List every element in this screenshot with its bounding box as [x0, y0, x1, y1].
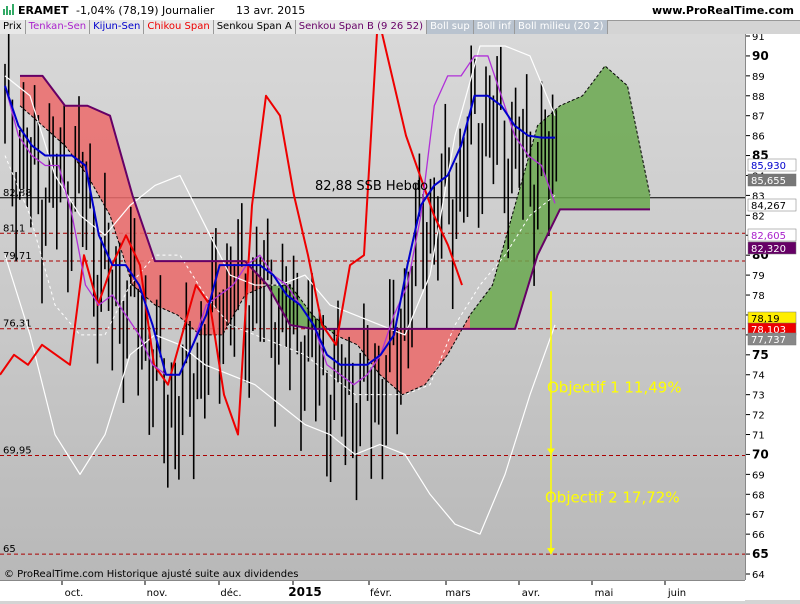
legend-item[interactable]: Senkou Span A	[213, 20, 296, 34]
value-box-label: 77,737	[751, 335, 786, 346]
level-label: 65	[3, 544, 16, 555]
legend-item[interactable]: Boll milieu (20 2)	[515, 20, 608, 34]
legend-item[interactable]: Kijun-Sen	[90, 20, 145, 34]
x-tick-label: 2015	[288, 585, 321, 599]
level-label: 69,95	[3, 445, 32, 456]
y-tick-label: 74	[752, 371, 765, 382]
chart-header: ERAMET -1,04% (78,19) Journalier 13 avr.…	[0, 0, 800, 21]
x-tick-label: mars	[445, 588, 470, 599]
value-box-label: 82,320	[751, 244, 786, 255]
x-tick-label: févr.	[370, 587, 392, 599]
site-name: www.ProRealTime.com	[651, 4, 794, 17]
x-tick-label: avr.	[522, 588, 540, 599]
cloud-segment	[470, 285, 493, 329]
cloud-segment	[177, 261, 200, 335]
legend-item[interactable]: Boll sup	[427, 20, 474, 34]
x-tick-label: oct.	[65, 588, 84, 599]
y-tick-label: 87	[752, 112, 765, 123]
price-axis[interactable]: 6465666768697071727374757677787980818283…	[745, 32, 800, 581]
annotation: Objectif 2 17,72%	[545, 488, 680, 506]
cloud-segment	[425, 328, 448, 385]
legend-item[interactable]: Senkou Span B (9 26 52)	[295, 20, 428, 34]
x-tick-label: mai	[595, 588, 614, 599]
value-box-label: 85,655	[751, 176, 786, 187]
legend-item[interactable]: Chikou Span	[144, 20, 214, 34]
legend-item[interactable]: Prix	[0, 20, 26, 34]
annotation: 82,88 SSB Hebdo	[315, 179, 428, 194]
y-tick-label: 71	[752, 431, 765, 442]
y-tick-label: 73	[752, 391, 765, 402]
y-tick-label: 75	[752, 348, 769, 362]
cloud-segment	[110, 115, 133, 286]
y-tick-label: 65	[752, 547, 769, 561]
ichimoku-chart: 82,8881,179,7176,3169,956582,88 SSB Hebd…	[0, 34, 745, 580]
y-tick-label: 90	[752, 49, 769, 63]
y-tick-label: 68	[752, 490, 765, 501]
y-tick-label: 78	[752, 291, 765, 302]
indicator-legend: Prix Tenkan-Sen Kijun-Sen Chikou Span Senkou…	[0, 20, 608, 34]
plot-area[interactable]: 82,88 81,1 79,71 76,31 69,95 65 82,88 SSB Hebd…	[0, 34, 745, 580]
change: -1,04% (78,19)	[76, 4, 159, 17]
y-tick-label: 88	[752, 92, 765, 103]
value-box-label: 85,930	[751, 161, 786, 172]
y-tick-label: 86	[752, 132, 765, 143]
cloud-segment	[605, 65, 628, 210]
time-axis[interactable]: oct. nov. déc. 2015 févr. mars avr. mai juin	[0, 580, 745, 601]
target-arrowhead-1	[547, 448, 555, 455]
x-tick-label: nov.	[147, 588, 168, 599]
y-tick-label: 66	[752, 530, 765, 541]
y-tick-label: 67	[752, 510, 765, 521]
legend-item[interactable]: Boll inf	[473, 20, 516, 34]
legend-item[interactable]: Tenkan-Sen	[25, 20, 91, 34]
value-box-label: 84,267	[751, 201, 786, 212]
y-tick-label: 89	[752, 72, 765, 83]
target-arrowhead-2	[547, 548, 555, 555]
footer-note: © ProRealTime.com Historique ajusté suit…	[4, 568, 298, 580]
value-box-label: 82,605	[751, 231, 786, 242]
cloud-segment	[402, 328, 425, 395]
period: Journalier	[162, 4, 215, 17]
price-axis-svg: 6465666768697071727374757677787980818283…	[746, 32, 797, 581]
time-axis-svg: oct. nov. déc. 2015 févr. mars avr. mai juin	[61, 581, 686, 599]
cloud-segment	[492, 205, 515, 329]
symbol: ERAMET	[18, 4, 69, 17]
level-label: 79,71	[3, 251, 32, 262]
y-tick-label: 82	[752, 211, 765, 222]
y-tick-label: 79	[752, 271, 765, 282]
series-boll-milieu	[4, 155, 556, 396]
y-tick-label: 72	[752, 411, 765, 422]
cloud-segment	[582, 65, 605, 210]
level-label: 81,1	[3, 223, 25, 234]
chart-icon[interactable]	[3, 4, 14, 15]
y-tick-label: 91	[752, 34, 765, 43]
y-tick-label: 70	[752, 447, 769, 461]
x-tick-label: juin	[667, 588, 686, 599]
annotation: Objectif 1 11,49%	[547, 379, 682, 397]
x-tick-label: déc.	[220, 587, 241, 599]
cloud-segment	[560, 95, 583, 210]
axis-corner	[745, 580, 800, 600]
date: 13 avr. 2015	[236, 4, 306, 17]
y-tick-label: 64	[752, 570, 765, 580]
y-tick-label: 69	[752, 470, 765, 481]
